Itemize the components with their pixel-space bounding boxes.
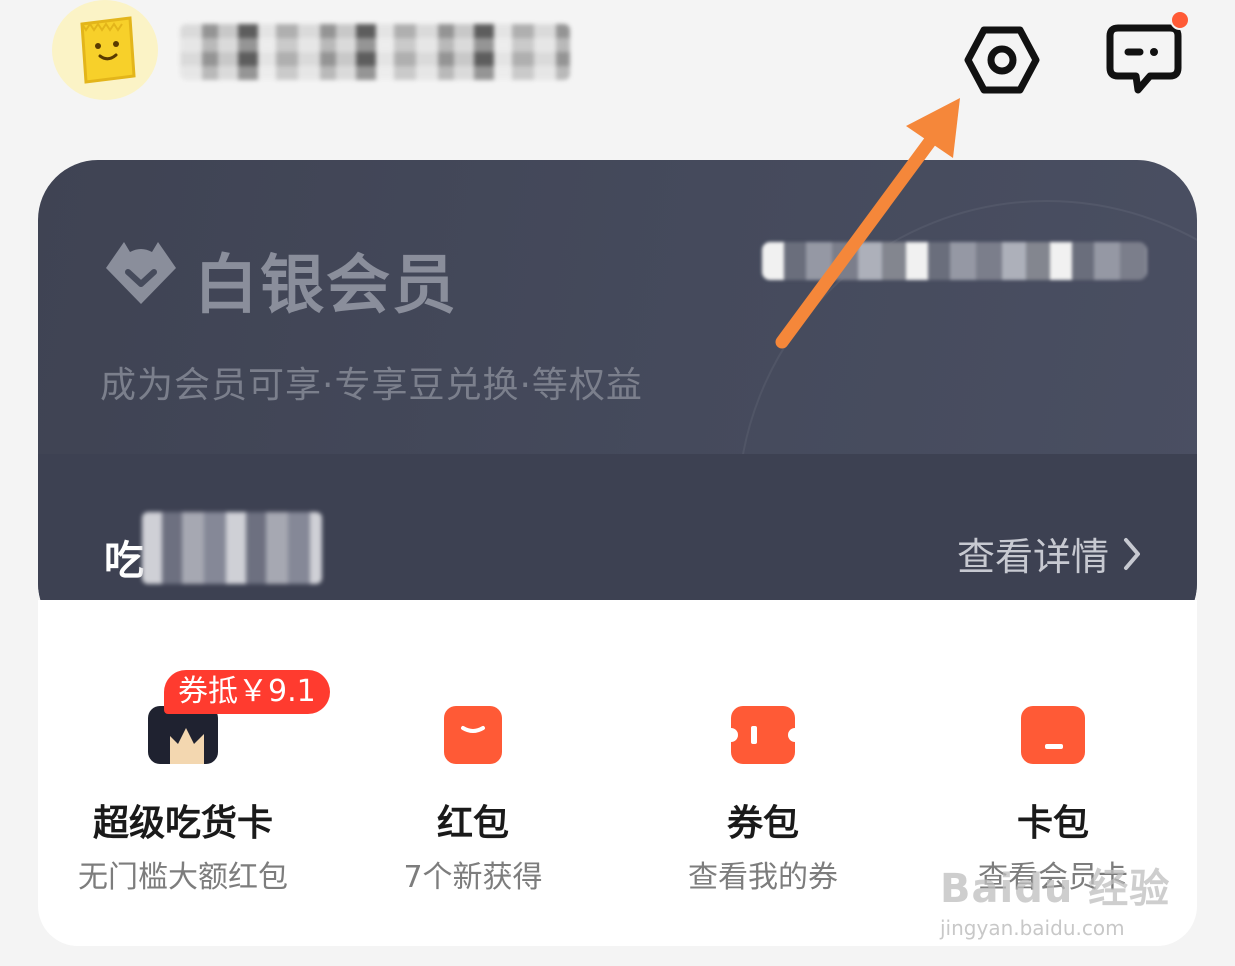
chevron-right-icon	[1124, 537, 1140, 570]
username-masked	[180, 24, 570, 80]
baidu-jingyan-watermark: Baidu 经验 jingyan.baidu.com	[940, 856, 1180, 940]
quick-item-subtitle: 查看我的券	[688, 860, 838, 895]
quick-item-subtitle: 7个新获得	[403, 860, 543, 895]
notification-dot	[1170, 10, 1190, 30]
coupon-discount-badge: 券抵￥9.1	[164, 670, 330, 714]
watermark-logo: Baidu 经验	[940, 866, 1171, 912]
message-icon[interactable]	[1106, 22, 1182, 100]
watermark-url: jingyan.baidu.com	[940, 916, 1125, 940]
card-lower-label: 吃	[104, 538, 144, 584]
view-details-label: 查看详情	[956, 535, 1109, 579]
crown-icon	[148, 706, 218, 764]
member-card[interactable]: 白银会员 成为会员可享·专享豆兑换·等权益 吃 查看详情	[38, 160, 1197, 643]
member-tier-name: 白银会员	[194, 249, 458, 323]
quick-item-title: 卡包	[1016, 803, 1089, 844]
card-wallet-icon	[1021, 706, 1085, 764]
avatar[interactable]	[52, 0, 158, 100]
quick-item-title: 券包	[726, 803, 799, 844]
coupon-icon	[724, 706, 802, 764]
member-benefits-text: 成为会员可享·专享豆兑换·等权益	[100, 365, 643, 406]
annotation-arrow	[775, 98, 960, 349]
quick-item-subtitle: 无门槛大额红包	[78, 860, 288, 895]
view-details-link[interactable]: 查看详情	[957, 526, 1141, 581]
mascot-icon	[80, 16, 136, 84]
quick-item-title: 超级吃货卡	[92, 803, 273, 844]
silver-member-badge-icon	[96, 230, 186, 314]
quick-item-title: 红包	[436, 803, 509, 844]
red-packet-icon	[444, 706, 502, 764]
card-lower-masked	[142, 512, 322, 584]
